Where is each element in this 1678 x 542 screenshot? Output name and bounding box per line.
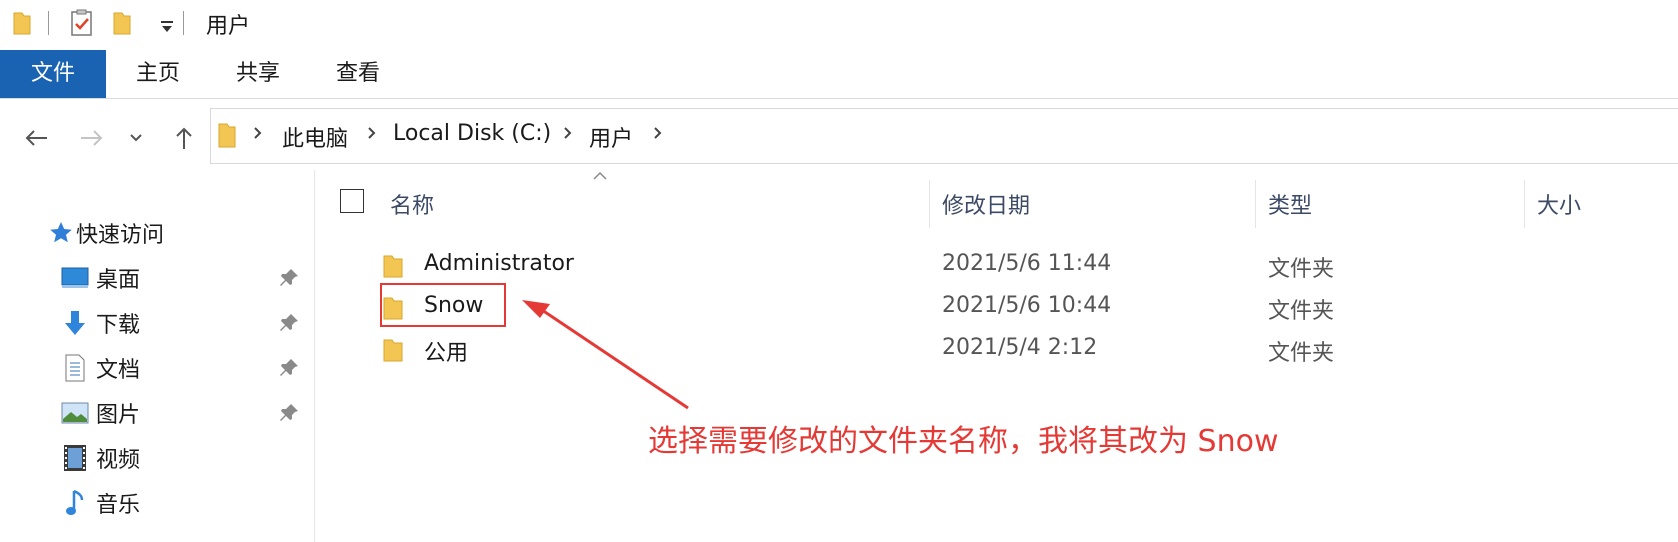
pictures-icon [60,398,90,428]
file-modified: 2021/5/4 2:12 [942,335,1098,360]
window-title: 用户 [206,14,251,39]
toolbar-separator [183,11,184,35]
folder-icon [382,253,404,283]
folder-icon [217,121,237,153]
pin-icon[interactable] [280,357,300,381]
column-header-name[interactable]: 名称 [390,188,434,220]
sidebar-item-label: 下载 [96,313,141,338]
navigation-bar: 此电脑 Local Disk (C:) 用户 [0,102,1678,170]
sidebar-item-label: 文档 [96,358,141,383]
table-row[interactable]: Administrator 2021/5/6 11:44 文件夹 [315,245,1678,285]
sidebar-item-videos[interactable]: 视频 [60,438,140,478]
sidebar-item-desktop[interactable]: 桌面 [60,258,140,298]
toolbar-separator [48,11,49,35]
tab-share[interactable]: 共享 [222,50,294,98]
breadcrumb-users[interactable]: 用户 [589,121,633,153]
recent-locations-dropdown[interactable] [126,122,146,154]
breadcrumb-this-pc[interactable]: 此电脑 [282,121,348,153]
video-icon [60,443,90,473]
file-type: 文件夹 [1268,257,1335,282]
customize-toolbar-dropdown-icon[interactable] [161,18,173,37]
back-button[interactable] [20,122,52,154]
tab-view[interactable]: 查看 [322,50,394,98]
sidebar-item-label: 桌面 [96,268,141,293]
new-folder-icon[interactable] [112,10,132,40]
breadcrumb-local-disk[interactable]: Local Disk (C:) [393,121,551,146]
column-divider[interactable] [1524,180,1525,228]
properties-icon[interactable] [70,9,94,41]
download-icon [60,308,90,338]
sidebar-item-downloads[interactable]: 下载 [60,303,140,343]
folder-icon [12,10,32,40]
forward-button[interactable] [76,122,108,154]
file-name[interactable]: 公用 [424,335,468,367]
sidebar-item-label: 图片 [96,403,141,428]
select-all-checkbox[interactable] [340,189,364,213]
file-modified: 2021/5/6 10:44 [942,293,1112,318]
tab-home[interactable]: 主页 [122,50,194,98]
column-header-type[interactable]: 类型 [1268,188,1312,220]
file-type: 文件夹 [1268,341,1335,366]
sidebar-item-label: 视频 [96,448,141,473]
sidebar-item-pictures[interactable]: 图片 [60,393,140,433]
pin-icon[interactable] [280,402,300,426]
column-divider[interactable] [1255,180,1256,228]
file-modified: 2021/5/6 11:44 [942,251,1112,276]
star-icon [48,218,74,248]
address-bar[interactable]: 此电脑 Local Disk (C:) 用户 [210,108,1678,164]
breadcrumb-chevron-icon[interactable] [563,123,573,147]
title-bar: 用户 [0,0,1678,46]
sidebar-item-documents[interactable]: 文档 [60,348,140,388]
file-type: 文件夹 [1268,299,1335,324]
quick-access-label: 快速访问 [76,223,165,248]
up-button[interactable] [168,122,200,154]
sidebar-item-music[interactable]: 音乐 [60,483,140,523]
quick-access[interactable]: 快速访问 [48,213,164,253]
ribbon-tabs: 文件 主页 共享 查看 [0,50,1678,99]
column-header-size[interactable]: 大小 [1537,188,1581,220]
column-header-modified[interactable]: 修改日期 [942,188,1030,220]
breadcrumb-chevron-icon[interactable] [367,123,377,147]
breadcrumb-chevron-icon[interactable] [653,123,663,147]
pin-icon[interactable] [280,312,300,336]
desktop-icon [60,263,90,293]
document-icon [60,353,90,383]
column-divider[interactable] [929,180,930,228]
music-icon [60,488,90,518]
file-name[interactable]: Administrator [424,251,574,276]
annotation-highlight-box [380,283,506,327]
tab-file[interactable]: 文件 [0,50,106,98]
pin-icon[interactable] [280,267,300,291]
sort-ascending-icon [592,166,608,185]
breadcrumb-chevron-icon[interactable] [253,123,263,147]
annotation-text: 选择需要修改的文件夹名称，我将其改为 Snow [648,424,1279,459]
navigation-pane: 快速访问 桌面 下载 文档 图片 视频 音乐 [0,170,315,542]
sidebar-item-label: 音乐 [96,493,141,518]
annotation-arrow [522,300,689,410]
folder-icon [382,337,404,367]
